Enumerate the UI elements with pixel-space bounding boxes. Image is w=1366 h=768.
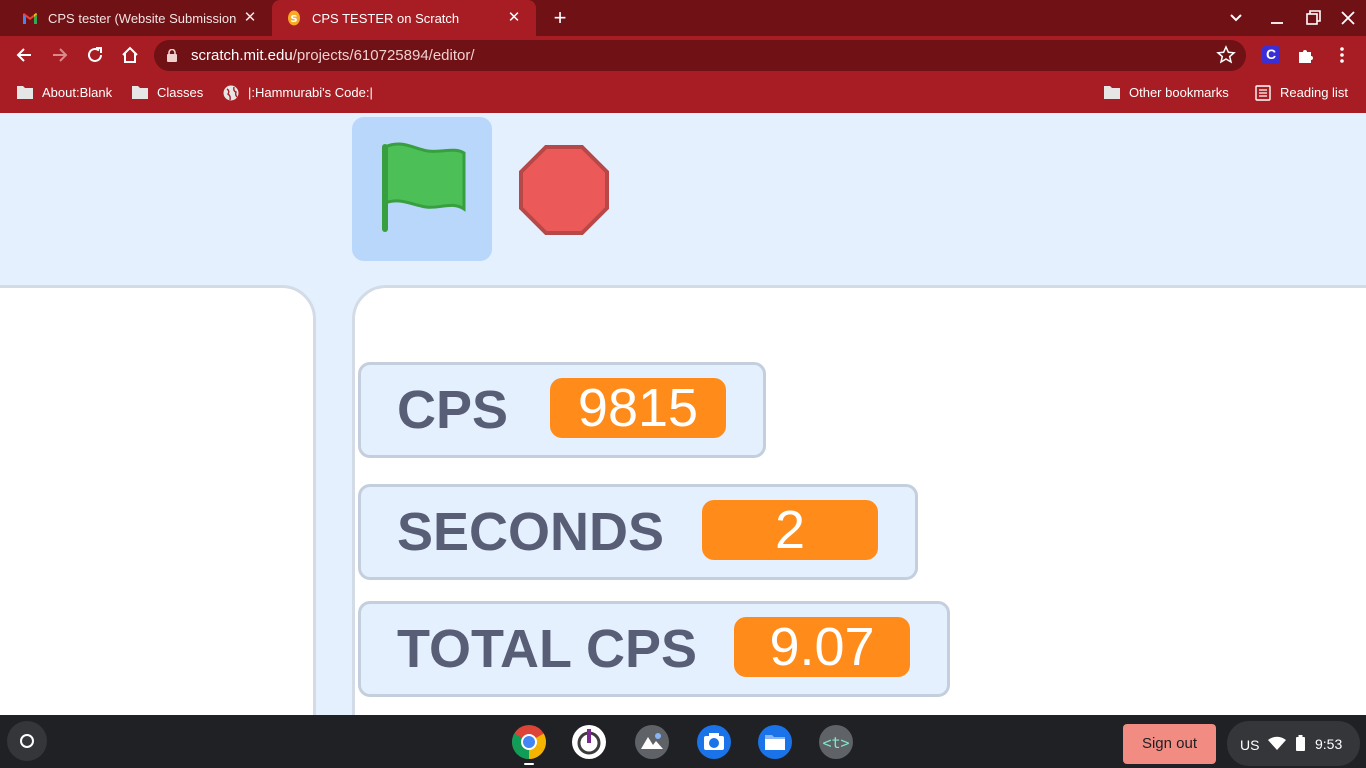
gallery-icon[interactable]	[634, 724, 670, 760]
reading-list-button[interactable]: Reading list	[1255, 75, 1348, 109]
tab-cps-tester-scratch[interactable]: S CPS TESTER on Scratch ✕	[272, 0, 536, 36]
other-bookmarks-button[interactable]: Other bookmarks	[1104, 75, 1229, 109]
monitor-label: CPS	[397, 380, 509, 440]
reload-icon[interactable]	[84, 44, 106, 66]
tab-cps-tester-gmail[interactable]: CPS tester (Website Submission ✕	[0, 0, 272, 36]
monitor-total-cps: TOTAL CPS 9.07	[358, 601, 950, 697]
tab-strip: CPS tester (Website Submission ✕ S CPS T…	[0, 0, 1366, 36]
folder-icon	[132, 85, 148, 99]
gmail-icon	[22, 10, 38, 26]
svg-text:S: S	[290, 14, 297, 25]
address-url[interactable]: scratch.mit.edu/projects/610725894/edito…	[191, 47, 475, 64]
monitor-seconds: SECONDS 2	[358, 484, 918, 580]
stop-sign-icon	[519, 145, 609, 235]
home-icon[interactable]	[119, 44, 141, 66]
stop-button[interactable]	[518, 144, 610, 236]
forward-arrow-icon[interactable]	[49, 44, 71, 66]
sprite-panel	[0, 285, 316, 745]
lock-icon	[166, 48, 178, 62]
battery-icon	[1296, 735, 1305, 751]
sign-out-button[interactable]: Sign out	[1123, 724, 1216, 764]
tab-title: CPS TESTER on Scratch	[312, 10, 460, 26]
bookmark-label: |:Hammurabi's Code:|	[248, 84, 373, 100]
green-flag-icon	[382, 142, 466, 232]
scratch-icon: S	[286, 10, 302, 26]
reading-list-label: Reading list	[1280, 84, 1348, 100]
tab-search-chevron-icon[interactable]	[1226, 8, 1246, 28]
browser-toolbar: scratch.mit.edu/projects/610725894/edito…	[0, 36, 1366, 75]
bookmark-label: Classes	[157, 84, 204, 100]
keyboard-layout: US	[1240, 737, 1260, 753]
bookmark-hammurabi[interactable]: |:Hammurabi's Code:|	[223, 75, 373, 109]
text-editor-icon[interactable]: <t>	[818, 724, 854, 760]
monitor-label: TOTAL CPS	[397, 619, 698, 679]
camera-icon[interactable]	[696, 724, 732, 760]
bookmark-star-icon[interactable]	[1216, 45, 1236, 65]
bookmarks-bar: About:Blank Classes |:Hammurabi's Code:|…	[0, 75, 1366, 113]
active-app-indicator	[524, 763, 534, 765]
clock: 9:53	[1315, 736, 1343, 752]
launcher-button[interactable]	[7, 721, 47, 761]
globe-icon	[223, 85, 239, 101]
green-flag-button[interactable]	[352, 117, 492, 261]
back-arrow-icon[interactable]	[13, 44, 35, 66]
close-window-icon[interactable]	[1338, 8, 1358, 28]
tab-title: CPS tester (Website Submission	[48, 10, 237, 26]
url-host: scratch.mit.edu	[191, 47, 293, 64]
wifi-icon	[1268, 736, 1286, 750]
extension-c-icon[interactable]: C	[1261, 45, 1281, 65]
monitor-value: 2	[702, 500, 878, 560]
close-tab-icon[interactable]: ✕	[506, 10, 522, 26]
extensions-puzzle-icon[interactable]	[1296, 45, 1316, 65]
other-bookmarks-label: Other bookmarks	[1129, 84, 1229, 100]
reading-list-icon	[1255, 85, 1271, 101]
monitor-cps: CPS 9815	[358, 362, 766, 458]
restore-icon[interactable]	[1303, 8, 1323, 28]
menu-kebab-icon[interactable]	[1332, 45, 1352, 65]
bookmark-label: About:Blank	[42, 84, 113, 100]
monitor-value: 9.07	[734, 617, 910, 677]
url-path: /projects/610725894/editor/	[292, 47, 475, 64]
files-icon[interactable]	[757, 724, 793, 760]
bookmark-about-blank[interactable]: About:Blank	[17, 75, 112, 109]
bookmark-classes[interactable]: Classes	[132, 75, 203, 109]
folder-icon	[17, 85, 33, 99]
monitor-label: SECONDS	[397, 502, 665, 562]
chrome-icon[interactable]	[511, 724, 547, 760]
launcher-circle-icon	[20, 734, 34, 748]
power-app-icon[interactable]	[571, 724, 607, 760]
stage-header	[0, 113, 1366, 285]
svg-text:<t>: <t>	[822, 734, 849, 752]
new-tab-button[interactable]: +	[550, 7, 570, 29]
close-tab-icon[interactable]: ✕	[242, 10, 258, 26]
address-bar[interactable]: scratch.mit.edu/projects/610725894/edito…	[154, 40, 1246, 71]
folder-icon	[1104, 85, 1120, 99]
monitor-value: 9815	[550, 378, 726, 438]
extension-letter: C	[1265, 46, 1277, 62]
minimize-icon[interactable]	[1267, 8, 1287, 28]
status-tray[interactable]: US 9:53	[1227, 721, 1360, 766]
